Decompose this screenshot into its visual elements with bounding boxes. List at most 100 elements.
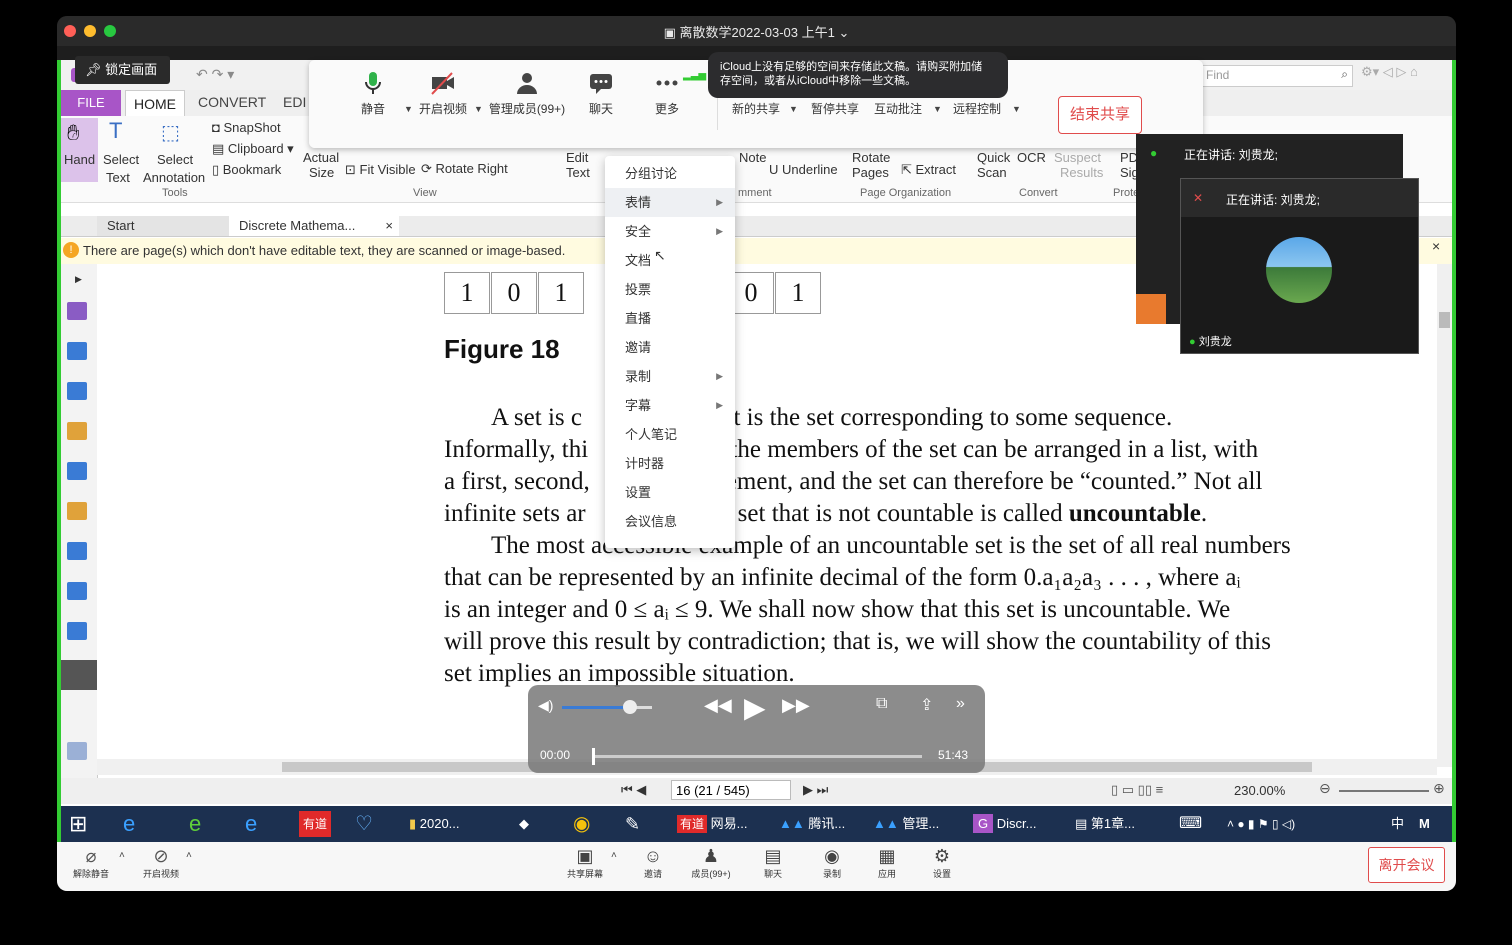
quick-scan-button[interactable]: Quick Scan <box>977 150 1010 180</box>
menu-item-meeting-info[interactable]: 会议信息 <box>605 507 735 536</box>
chevron-up-icon[interactable]: ˄ <box>186 850 192 861</box>
windows-start-icon[interactable]: ⊞ <box>69 808 97 840</box>
tab-edit[interactable]: EDI <box>283 94 306 110</box>
menu-item-emoji[interactable]: 表情 ▶ <box>605 188 735 217</box>
pen-icon[interactable]: ✎ <box>625 808 655 840</box>
volume-slider[interactable] <box>562 700 652 714</box>
share-icon[interactable]: ⇪ <box>920 695 933 715</box>
tab-start[interactable]: Start <box>97 216 235 236</box>
tab-file[interactable]: FILE <box>61 90 121 116</box>
mute-button[interactable]: 静音 <box>338 70 408 117</box>
menu-item-vote[interactable]: 投票 <box>605 275 735 304</box>
edit-text-button[interactable]: Edit Text <box>566 150 590 180</box>
suspect-results-button[interactable]: Suspect Results <box>1054 150 1103 180</box>
ime-indicator[interactable]: 中 <box>1391 808 1411 840</box>
menu-item-settings[interactable]: 设置 <box>605 478 735 507</box>
tab-home[interactable]: HOME <box>125 90 185 117</box>
window-title[interactable]: ▣ 离散数学2022-03-03 上午1 ⌄ <box>57 22 1456 41</box>
vertical-scrollbar[interactable] <box>1437 264 1452 767</box>
browser-icon[interactable]: e <box>189 808 219 840</box>
app-icon[interactable]: ◆ <box>519 808 549 840</box>
stack-icon[interactable] <box>67 382 87 400</box>
snapshot-button[interactable]: ◘ SnapShot <box>212 120 281 135</box>
chrome-icon[interactable]: ◉ <box>573 808 603 840</box>
zoom-in-icon[interactable]: ⊕ <box>1433 780 1445 797</box>
invite-button[interactable]: ☺ 邀请 <box>623 846 683 880</box>
fast-forward-icon[interactable]: ▶▶ <box>782 695 810 716</box>
attachment-icon[interactable] <box>67 462 87 480</box>
volume-icon[interactable]: ◀) <box>538 697 553 714</box>
expand-arrow-icon[interactable]: ▶ <box>75 274 82 285</box>
m-icon[interactable]: M <box>1419 808 1443 840</box>
rewind-icon[interactable]: ◀◀ <box>704 695 732 716</box>
underline-button[interactable]: U Underline <box>769 162 838 177</box>
select-annotation-button[interactable]: ⬚ Select Annotation <box>141 118 211 185</box>
search-icon[interactable]: ⌕ <box>1341 67 1348 82</box>
taskbar-tencent[interactable]: ▲▲ 腾讯... <box>779 808 865 840</box>
find-box[interactable]: Find ⌕ <box>1201 65 1353 87</box>
menu-item-documents[interactable]: 文档 <box>605 246 735 275</box>
speaker-video-panel[interactable]: ✕ 正在讲话: 刘贵龙; ● 刘贵龙 <box>1180 178 1419 354</box>
zoom-slider[interactable] <box>1339 790 1429 792</box>
menu-item-breakout[interactable]: 分组讨论 <box>605 159 735 188</box>
unmute-button[interactable]: ⌀ 解除静音 <box>61 846 121 880</box>
zoom-out-icon[interactable]: ⊖ <box>1319 780 1331 797</box>
menu-item-live[interactable]: 直播 <box>605 304 735 333</box>
rotate-right-button[interactable]: ⟳ Rotate Right <box>421 161 508 177</box>
end-share-button[interactable]: 结束共享 <box>1058 96 1142 134</box>
zoom-level[interactable]: 230.00% <box>1234 783 1285 798</box>
chevron-up-icon[interactable]: ˄ <box>611 850 617 861</box>
outline-icon[interactable] <box>61 660 97 690</box>
document-search-icon[interactable] <box>67 542 87 560</box>
taskbar-manage[interactable]: ▲▲ 管理... <box>873 808 959 840</box>
more-options-icon[interactable]: » <box>956 695 965 713</box>
video-button[interactable]: 开启视频 <box>408 70 478 117</box>
comments-icon[interactable] <box>67 422 87 440</box>
bookmark-button[interactable]: ▯ Bookmark <box>212 162 281 178</box>
menu-item-timer[interactable]: 计时器 <box>605 449 735 478</box>
close-infobar-icon[interactable]: × <box>1432 238 1440 254</box>
page-forward-icon[interactable]: ▶ ⏭ <box>803 782 828 798</box>
menu-item-invite[interactable]: 邀请 <box>605 333 735 362</box>
ocr-button[interactable]: OCR <box>1017 150 1046 165</box>
fit-visible-button[interactable]: ⊡ Fit Visible <box>345 162 416 178</box>
close-tab-icon[interactable]: × <box>385 216 393 236</box>
undo-redo-icon[interactable]: ↶ ↷ ▾ <box>196 66 234 83</box>
picture-in-picture-icon[interactable]: ⧉ <box>876 695 887 713</box>
menu-item-notes[interactable]: 个人笔记 <box>605 420 735 449</box>
progress-knob[interactable] <box>592 748 595 765</box>
menu-item-captions[interactable]: 字幕 ▶ <box>605 391 735 420</box>
record-button[interactable]: ◉ 录制 <box>802 846 862 880</box>
extract-button[interactable]: ⇱ Extract <box>901 162 956 178</box>
taskbar-word[interactable]: ▤ 第1章... <box>1075 808 1161 840</box>
taskbar-folder[interactable]: ▮ 2020... <box>409 808 499 840</box>
menu-item-record[interactable]: 录制 ▶ <box>605 362 735 391</box>
note-button[interactable]: Note <box>739 150 766 165</box>
members-button[interactable]: ♟ 成员(99+) <box>681 846 741 880</box>
clipboard-button[interactable]: ▤ Clipboard ▾ <box>212 141 294 157</box>
app-icon[interactable]: ♡ <box>355 808 385 840</box>
signature-icon[interactable] <box>67 622 87 640</box>
ie-browser-icon[interactable]: e <box>123 808 153 840</box>
lock-icon[interactable] <box>67 502 87 520</box>
taskbar-netease[interactable]: 有道 网易... <box>677 808 763 840</box>
share-screen-button[interactable]: ▣ 共享屏幕 <box>555 846 615 880</box>
start-video-button[interactable]: ⊘ 开启视频 <box>131 846 191 880</box>
chevron-up-icon[interactable]: ˄ <box>119 850 125 861</box>
actual-size-button[interactable]: Actual Size <box>303 150 339 180</box>
chat-button[interactable]: ▤ 聊天 <box>743 846 803 880</box>
volume-knob[interactable] <box>622 700 637 714</box>
lock-screen-button[interactable]: 📌︎ 锁定画面 <box>75 56 170 84</box>
settings-button[interactable]: ⚙ 设置 <box>912 846 972 880</box>
page-nav-controls-icon[interactable]: ⏮ ◀ <box>621 782 646 798</box>
rotate-pages-button[interactable]: Rotate Pages <box>852 150 890 180</box>
play-icon[interactable]: ▶ <box>744 691 766 724</box>
page-number-input[interactable]: 16 (21 / 545) <box>671 780 791 800</box>
leave-meeting-button[interactable]: 离开会议 <box>1368 847 1445 883</box>
apps-button[interactable]: ▦ 应用 <box>857 846 917 880</box>
ie-browser-icon[interactable]: e <box>245 808 275 840</box>
tab-document[interactable]: Discrete Mathema... × <box>229 216 399 236</box>
tab-convert[interactable]: CONVERT <box>198 94 266 110</box>
keyboard-icon[interactable]: ⌨ <box>1179 808 1213 840</box>
menu-item-security[interactable]: 安全 ▶ <box>605 217 735 246</box>
